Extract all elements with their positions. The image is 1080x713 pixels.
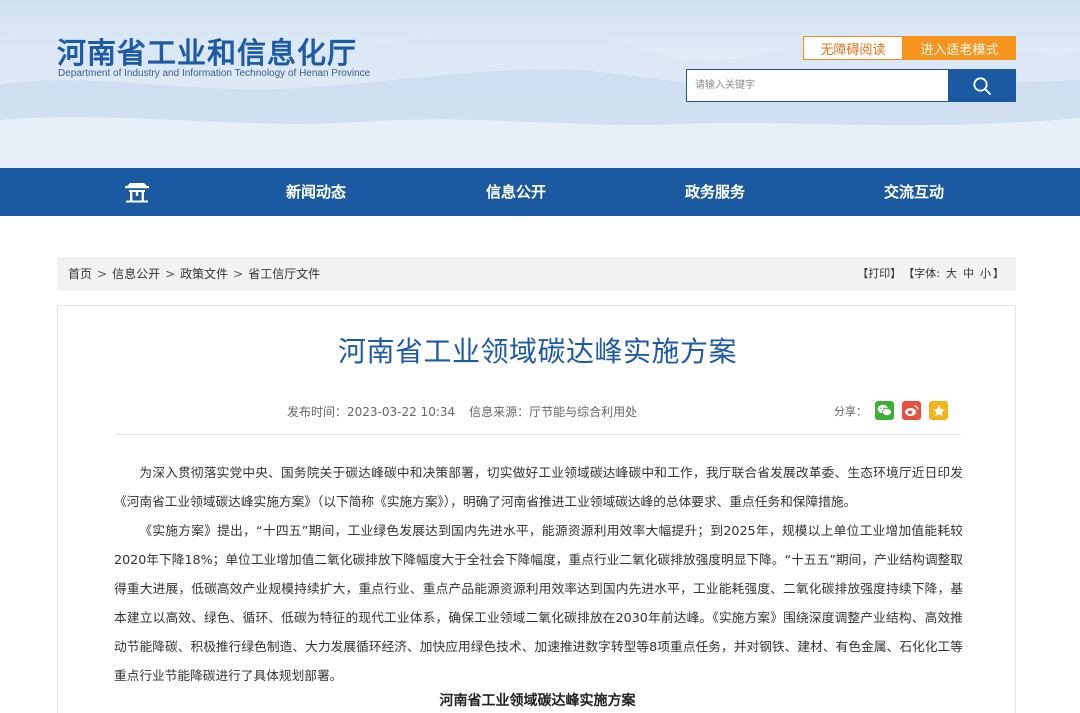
article-body: 为深入贯彻落实党中央、国务院关于碳达峰碳中和决策部署，切实做好工业领域碳达峰碳中… [114,458,963,690]
site-header: 河南省工业和信息化厅 Department of Industry and In… [0,0,1080,168]
nav-home-button[interactable] [118,176,156,208]
site-title-en: Department of Industry and Information T… [58,68,371,79]
accessibility-reading-button[interactable]: 无障碍阅读 [803,36,903,60]
article-title: 河南省工业领域碳达峰实施方案 [337,335,737,368]
font-size-label: 【字体: [903,267,940,280]
nav-item-services[interactable]: 政务服务 [685,168,745,216]
font-size-close: 】 [993,267,1004,280]
font-large-button[interactable]: 大 [946,257,957,291]
breadcrumb-policy-docs[interactable]: 政策文件 [180,257,228,291]
article-subheading: 河南省工业领域碳达峰实施方案 [439,693,636,709]
article-paragraph: 为深入贯彻落实党中央、国务院关于碳达峰碳中和决策部署，切实做好工业领域碳达峰碳中… [114,465,963,509]
home-pavilion-icon [125,183,149,203]
search-icon [973,76,991,95]
page-tools: 【打印】 【字体: 大 中 小 】 [855,257,1004,291]
breadcrumb-dept-docs[interactable]: 省工信厅文件 [248,257,320,291]
accessibility-buttons: 无障碍阅读 进入适老模式 [803,36,1016,60]
wechat-icon[interactable] [875,401,894,420]
font-medium-button[interactable]: 中 [963,257,974,291]
breadcrumb-bar: 首页 > 信息公开 > 政策文件 > 省工信厅文件 【打印】 【字体: 大 中 … [57,257,1016,291]
search-bar [686,69,1016,102]
search-button[interactable] [948,69,1016,102]
info-source: 信息来源：厅节能与综合利用处 [469,405,638,419]
divider [115,434,961,435]
share-label: 分享： [834,404,867,418]
breadcrumb-separator: > [165,267,176,281]
nav-item-news[interactable]: 新闻动态 [286,168,346,216]
article-meta: 发布时间：2023-03-22 10:34 信息来源：厅节能与综合利用处 [287,403,637,420]
share-bar: 分享： [834,401,948,420]
print-button[interactable]: 【打印】 [857,257,901,291]
qzone-icon[interactable] [929,401,948,420]
article-card: 河南省工业领域碳达峰实施方案 发布时间：2023-03-22 10:34 信息来… [57,305,1016,713]
nav-item-interaction[interactable]: 交流互动 [884,168,944,216]
site-title-cn[interactable]: 河南省工业和信息化厅 [57,30,357,72]
breadcrumb-info-public[interactable]: 信息公开 [112,257,160,291]
publish-time: 发布时间：2023-03-22 10:34 [287,405,456,419]
breadcrumb-separator: > [97,267,108,281]
weibo-icon[interactable] [902,401,921,420]
font-small-button[interactable]: 小 [980,257,991,291]
breadcrumb-separator: > [233,267,244,281]
article-paragraph: 《实施方案》提出，“十四五”期间，工业绿色发展达到国内先进水平，能源资源利用效率… [114,523,963,683]
breadcrumb: 首页 > 信息公开 > 政策文件 > 省工信厅文件 [68,257,320,291]
elder-mode-button[interactable]: 进入适老模式 [903,36,1016,60]
nav-item-info-public[interactable]: 信息公开 [486,168,546,216]
search-input[interactable] [686,69,948,102]
breadcrumb-home[interactable]: 首页 [68,257,92,291]
main-nav: 新闻动态 信息公开 政务服务 交流互动 [0,168,1080,216]
